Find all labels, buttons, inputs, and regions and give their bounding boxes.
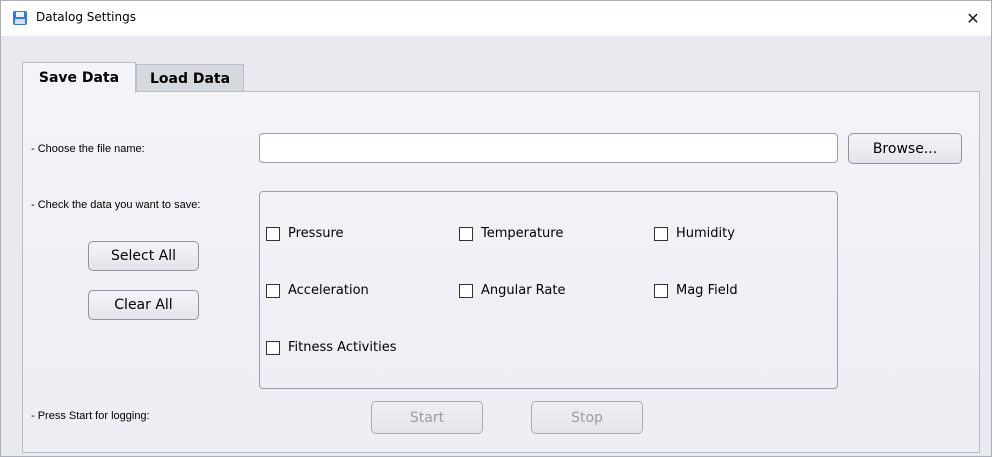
close-icon: ✕ xyxy=(966,9,980,28)
checkbox-label: Temperature xyxy=(481,226,564,241)
checkbox-temperature[interactable]: Temperature xyxy=(459,226,563,241)
checkbox-label: Fitness Activities xyxy=(288,340,397,355)
close-button[interactable]: ✕ xyxy=(955,1,991,36)
floppy-disk-icon xyxy=(12,10,28,26)
checkbox-label: Acceleration xyxy=(288,283,369,298)
logging-label: - Press Start for logging: xyxy=(31,410,150,422)
checkbox-humidity[interactable]: Humidity xyxy=(654,226,735,241)
checkbox-label: Pressure xyxy=(288,226,344,241)
select-all-button[interactable]: Select All xyxy=(88,241,199,271)
checkbox-label: Mag Field xyxy=(676,283,738,298)
checkbox-box[interactable] xyxy=(654,283,668,298)
title-bar: Datalog Settings ✕ xyxy=(1,1,991,36)
checkbox-acceleration[interactable]: Acceleration xyxy=(266,283,369,298)
checkbox-label: Humidity xyxy=(676,226,735,241)
checkbox-box[interactable] xyxy=(266,340,280,355)
window-title: Datalog Settings xyxy=(36,10,136,24)
file-name-input[interactable] xyxy=(259,133,838,163)
checkbox-fitness-activities[interactable]: Fitness Activities xyxy=(266,340,396,355)
checkbox-angular-rate[interactable]: Angular Rate xyxy=(459,283,566,298)
file-name-label: - Choose the file name: xyxy=(31,143,145,155)
checkbox-box[interactable] xyxy=(266,283,280,298)
checkbox-pressure[interactable]: Pressure xyxy=(266,226,344,241)
clear-all-button[interactable]: Clear All xyxy=(88,290,199,320)
checkbox-box[interactable] xyxy=(654,226,668,241)
stop-button[interactable]: Stop xyxy=(531,401,643,434)
check-data-label: - Check the data you want to save: xyxy=(31,199,201,211)
start-button[interactable]: Start xyxy=(371,401,483,434)
checkbox-box[interactable] xyxy=(266,226,280,241)
browse-button[interactable]: Browse... xyxy=(848,133,962,164)
tab-load-data[interactable]: Load Data xyxy=(136,64,244,92)
tab-save-data[interactable]: Save Data xyxy=(22,62,136,93)
checkbox-mag-field[interactable]: Mag Field xyxy=(654,283,738,298)
checkbox-box[interactable] xyxy=(459,226,473,241)
checkbox-box[interactable] xyxy=(459,283,473,298)
checkbox-label: Angular Rate xyxy=(481,283,566,298)
